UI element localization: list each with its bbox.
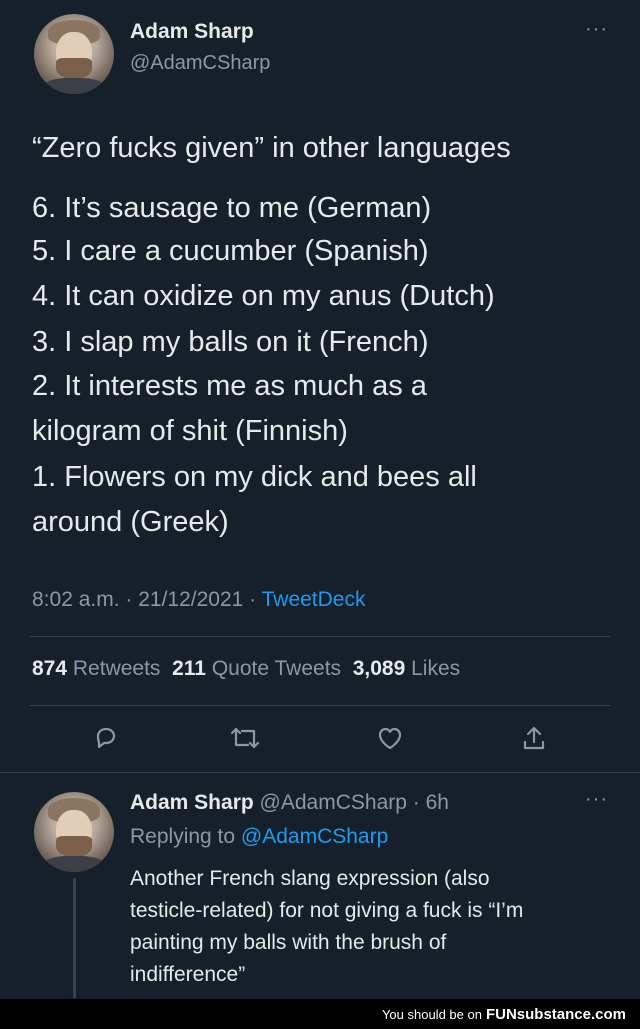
- tweet-timestamp: 8:02 a.m. · 21/12/2021 · TweetDeck: [32, 588, 365, 612]
- tweet-line: kilogram of shit (Finnish): [32, 415, 348, 447]
- reply-author-avatar[interactable]: [34, 792, 114, 872]
- tweet-line: “Zero fucks given” in other languages: [32, 132, 511, 164]
- divider: [30, 636, 610, 637]
- watermark-footer: You should be on FUNsubstance.com: [0, 999, 640, 1029]
- quotes-count: 211: [172, 657, 206, 680]
- reply-author-meta[interactable]: @AdamCSharp · 6h: [260, 791, 449, 814]
- reply-header: Adam Sharp @AdamCSharp · 6h: [130, 791, 449, 815]
- author-avatar[interactable]: [34, 14, 114, 94]
- tweet-line: around (Greek): [32, 506, 229, 538]
- tweet-stats: 874 Retweets 211 Quote Tweets 3,089 Like…: [32, 657, 460, 681]
- more-icon[interactable]: ···: [585, 18, 608, 41]
- tweet-line: 1. Flowers on my dick and bees all: [32, 461, 477, 493]
- likes-count: 3,089: [352, 657, 406, 680]
- watermark-brand: FUNsubstance.com: [485, 1005, 626, 1023]
- retweet-icon[interactable]: [228, 722, 262, 759]
- tweet-line: 5. I care a cucumber (Spanish): [32, 235, 429, 267]
- replying-prefix: Replying to: [130, 825, 241, 848]
- reply-author-name[interactable]: Adam Sharp: [130, 791, 254, 814]
- reply-thread-line: [73, 878, 76, 998]
- reply-line: painting my balls with the brush of: [130, 931, 447, 954]
- likes-stat[interactable]: 3,089 Likes: [353, 657, 460, 680]
- retweets-stat[interactable]: 874 Retweets: [32, 657, 160, 680]
- tweet-line: 3. I slap my balls on it (French): [32, 326, 429, 358]
- replying-to: Replying to @AdamCSharp: [130, 825, 388, 849]
- author-handle[interactable]: @AdamCSharp: [130, 52, 270, 75]
- watermark-text: You should be on: [381, 1006, 482, 1022]
- reply-line: indifference”: [130, 963, 246, 986]
- tweet-line: 6. It’s sausage to me (German): [32, 192, 432, 224]
- reply-line: Another French slang expression (also: [130, 867, 490, 890]
- timestamp-text[interactable]: 8:02 a.m. · 21/12/2021 ·: [32, 588, 262, 611]
- reply-icon[interactable]: [90, 722, 122, 759]
- source-link[interactable]: TweetDeck: [262, 588, 366, 611]
- tweet-line: 2. It interests me as much as a: [32, 370, 427, 402]
- divider: [0, 772, 640, 773]
- share-icon[interactable]: [518, 722, 550, 759]
- quotes-stat[interactable]: 211 Quote Tweets: [172, 657, 341, 680]
- author-name[interactable]: Adam Sharp: [130, 20, 254, 44]
- replying-to-link[interactable]: @AdamCSharp: [241, 825, 388, 848]
- quotes-label: Quote Tweets: [211, 657, 342, 680]
- likes-label: Likes: [411, 657, 461, 680]
- tweet-line: 4. It can oxidize on my anus (Dutch): [32, 280, 495, 312]
- divider: [30, 705, 610, 706]
- retweets-count: 874: [32, 657, 68, 680]
- reply-line: testicle-related) for not giving a fuck …: [130, 899, 524, 922]
- like-icon[interactable]: [374, 722, 406, 759]
- retweets-label: Retweets: [72, 657, 161, 680]
- reply-more-icon[interactable]: ···: [585, 788, 608, 811]
